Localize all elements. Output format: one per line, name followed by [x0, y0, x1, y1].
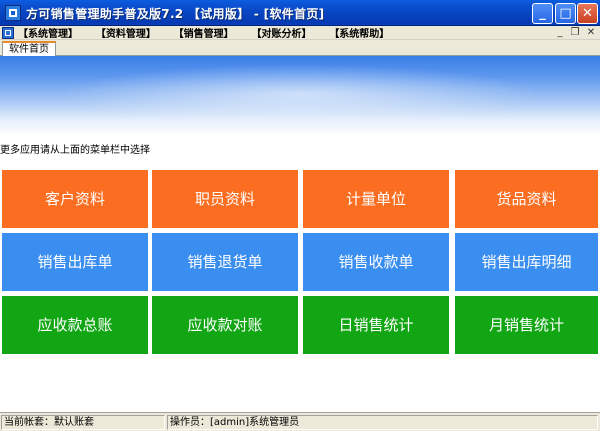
mdi-document-icon[interactable]	[2, 27, 14, 39]
tab-home[interactable]: 软件首页	[2, 41, 56, 57]
tile-receivables-reconciliation[interactable]: 应收款对账	[152, 296, 298, 354]
tile-daily-sales-stats[interactable]: 日销售统计	[303, 296, 449, 354]
tile-sales-outbound-detail[interactable]: 销售出库明细	[455, 233, 598, 291]
menu-items: 【系统管理】 【资料管理】 【销售管理】 【对账分析】 【系统帮助】	[18, 26, 403, 40]
tile-sales-return[interactable]: 销售退货单	[152, 233, 298, 291]
tile-sales-outbound[interactable]: 销售出库单	[2, 233, 148, 291]
mdi-restore-button[interactable]: ❐	[569, 27, 581, 39]
tile-receivables-ledger[interactable]: 应收款总账	[2, 296, 148, 354]
tile-customer-data[interactable]: 客户资料	[2, 170, 148, 228]
tile-employee-data[interactable]: 职员资料	[152, 170, 298, 228]
tile-sales-receipt[interactable]: 销售收款单	[303, 233, 449, 291]
window-title: 方可销售管理助手普及版7.2 【试用版】 - [软件首页]	[26, 7, 325, 21]
tile-units[interactable]: 计量单位	[303, 170, 449, 228]
window-close-button[interactable]: ✕	[577, 3, 598, 24]
status-account: 当前帐套：默认账套	[1, 415, 165, 430]
menu-hint-text: 更多应用请从上面的菜单栏中选择	[0, 145, 150, 156]
tile-monthly-sales-stats[interactable]: 月销售统计	[455, 296, 598, 354]
window-minimize-button[interactable]: _	[532, 3, 553, 24]
title-bar[interactable]: 方可销售管理助手普及版7.2 【试用版】 - [软件首页] _ □ ✕	[0, 0, 600, 26]
tile-goods-data[interactable]: 货品资料	[455, 170, 598, 228]
window-maximize-button[interactable]: □	[555, 3, 576, 24]
header-banner	[0, 56, 600, 136]
tab-strip: 软件首页	[0, 40, 600, 57]
app-icon[interactable]	[5, 5, 21, 21]
status-operator: 操作员：[admin]系统管理员	[167, 415, 598, 430]
mdi-minimize-button[interactable]: _	[554, 27, 566, 39]
menu-bar: 【系统管理】 【资料管理】 【销售管理】 【对账分析】 【系统帮助】 _ ❐ ✕	[0, 26, 600, 40]
status-bar: 当前帐套：默认账套 操作员：[admin]系统管理员	[0, 412, 600, 431]
mdi-close-button[interactable]: ✕	[585, 27, 597, 39]
